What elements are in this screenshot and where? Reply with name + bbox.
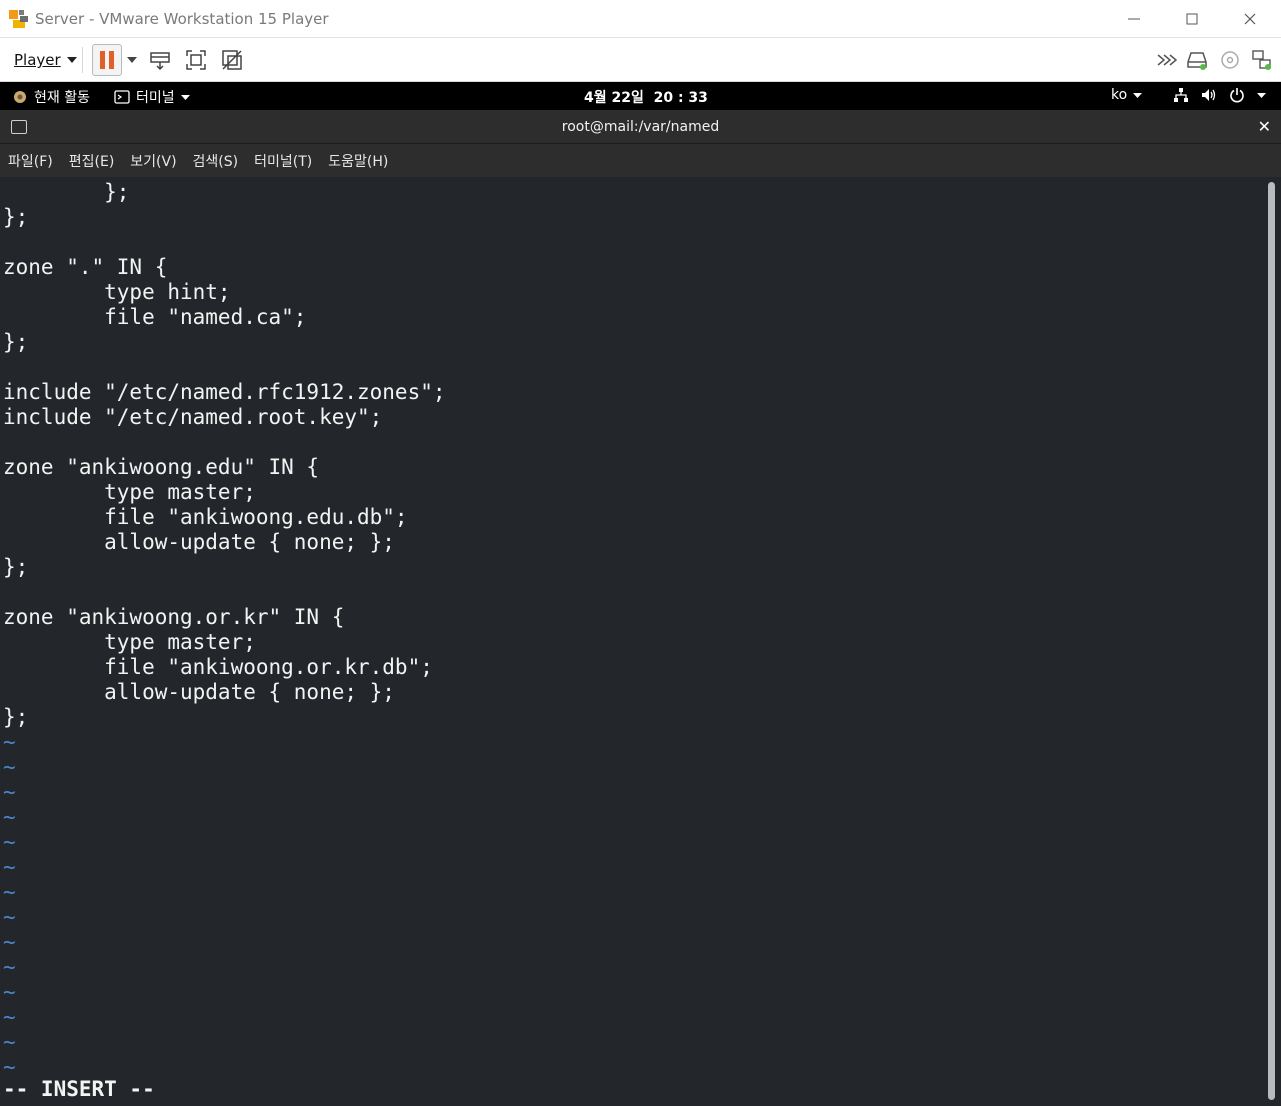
forward-button[interactable] bbox=[1153, 46, 1181, 74]
menu-edit[interactable]: 편집(E) bbox=[69, 151, 115, 171]
maximize-icon bbox=[1186, 13, 1198, 25]
code-line: }; bbox=[3, 330, 29, 354]
code-line: allow-update { none; }; bbox=[3, 530, 395, 554]
forward-icon bbox=[1157, 54, 1178, 66]
send-ctrl-alt-del-icon bbox=[150, 52, 170, 71]
terminal-menubar: 파일(F) 편집(E) 보기(V) 검색(S) 터미널(T) 도움말(H) bbox=[0, 144, 1281, 177]
code-line: allow-update { none; }; bbox=[3, 680, 395, 704]
input-method-label: ko bbox=[1111, 87, 1128, 103]
code-line: include "/etc/named.rfc1912.zones"; bbox=[3, 380, 446, 404]
app-menu-button[interactable]: 터미널 bbox=[114, 87, 190, 107]
system-menu-button[interactable] bbox=[1173, 87, 1266, 103]
toolbar-divider bbox=[82, 47, 83, 73]
code-line: type master; bbox=[3, 630, 256, 654]
code-line: zone "." IN { bbox=[3, 255, 168, 279]
empty-line-marker: ~ bbox=[3, 730, 16, 754]
close-icon bbox=[1244, 13, 1256, 25]
terminal-body[interactable]: };}; zone "." IN { type hint; file "named… bbox=[0, 177, 1281, 1106]
player-toolbar: Player bbox=[0, 38, 1281, 82]
unity-button[interactable] bbox=[218, 46, 246, 74]
code-line: file "named.ca"; bbox=[3, 305, 307, 329]
chevron-down-icon bbox=[66, 57, 77, 63]
app-menu-label: 터미널 bbox=[136, 90, 175, 106]
activities-button[interactable]: 현재 활동 bbox=[12, 87, 90, 107]
player-menu-label: Player bbox=[14, 51, 61, 69]
cd-icon bbox=[1221, 51, 1239, 69]
pause-menu-button[interactable] bbox=[118, 46, 146, 74]
empty-line-marker: ~ bbox=[3, 955, 16, 979]
chevron-down-icon bbox=[180, 94, 190, 100]
network-wired-icon bbox=[1174, 88, 1188, 102]
empty-line-marker: ~ bbox=[3, 980, 16, 1004]
vim-status-line: -- INSERT -- bbox=[3, 1077, 155, 1101]
player-menu-button[interactable]: Player bbox=[6, 46, 85, 74]
menu-file[interactable]: 파일(F) bbox=[8, 151, 53, 171]
network-button[interactable] bbox=[1248, 46, 1276, 74]
send-ctrl-alt-del-button[interactable] bbox=[146, 46, 174, 74]
code-line: include "/etc/named.root.key"; bbox=[3, 405, 383, 429]
empty-line-marker: ~ bbox=[3, 755, 16, 779]
empty-line-marker: ~ bbox=[3, 905, 16, 929]
empty-line-marker: ~ bbox=[3, 1030, 16, 1054]
activities-icon bbox=[14, 91, 26, 103]
menu-help[interactable]: 도움말(H) bbox=[328, 151, 388, 171]
code-line: type hint; bbox=[3, 280, 231, 304]
menu-view[interactable]: 보기(V) bbox=[130, 151, 176, 171]
close-button[interactable] bbox=[1221, 0, 1279, 38]
code-line: type master; bbox=[3, 480, 256, 504]
gnome-top-bar: 현재 활동 터미널 4월 22일 20 : 33 ko bbox=[0, 82, 1281, 110]
cd-button[interactable] bbox=[1216, 46, 1244, 74]
minimize-button[interactable] bbox=[1105, 0, 1163, 38]
terminal-header: root@mail:/var/named ✕ bbox=[0, 110, 1281, 144]
power-icon bbox=[1230, 88, 1244, 103]
empty-line-marker: ~ bbox=[3, 830, 16, 854]
terminal-icon bbox=[114, 90, 130, 104]
minimize-icon bbox=[1128, 18, 1140, 20]
code-line: zone "ankiwoong.or.kr" IN { bbox=[3, 605, 345, 629]
window-title: Server - VMware Workstation 15 Player bbox=[35, 10, 329, 28]
code-line: file "ankiwoong.or.kr.db"; bbox=[3, 655, 433, 679]
terminal-close-button[interactable]: ✕ bbox=[1258, 117, 1271, 136]
empty-line-marker: ~ bbox=[3, 880, 16, 904]
clock-button[interactable]: 4월 22일 20 : 33 bbox=[584, 87, 708, 107]
window-title-bar: Server - VMware Workstation 15 Player bbox=[0, 0, 1281, 38]
volume-icon bbox=[1202, 89, 1216, 101]
code-line: }; bbox=[3, 705, 29, 729]
maximize-button[interactable] bbox=[1163, 0, 1221, 38]
empty-line-marker: ~ bbox=[3, 1005, 16, 1029]
vmware-icon bbox=[8, 8, 30, 30]
terminal-scrollbar[interactable] bbox=[1268, 182, 1275, 1100]
code-line: file "ankiwoong.edu.db"; bbox=[3, 505, 408, 529]
code-line: zone "ankiwoong.edu" IN { bbox=[3, 455, 320, 479]
code-line: }; bbox=[3, 555, 29, 579]
hard-disk-button[interactable] bbox=[1183, 46, 1211, 74]
clock-label: 4월 22일 20 : 33 bbox=[584, 90, 708, 106]
fullscreen-icon bbox=[186, 50, 206, 70]
network-icon bbox=[1252, 50, 1271, 70]
menu-terminal[interactable]: 터미널(T) bbox=[254, 151, 312, 171]
chevron-down-icon bbox=[127, 57, 137, 63]
activities-label: 현재 활동 bbox=[34, 90, 90, 106]
empty-line-marker: ~ bbox=[3, 855, 16, 879]
menu-search[interactable]: 검색(S) bbox=[193, 151, 239, 171]
input-method-button[interactable]: ko bbox=[1111, 87, 1143, 103]
code-line: }; bbox=[3, 180, 130, 204]
empty-line-marker: ~ bbox=[3, 930, 16, 954]
pause-icon bbox=[100, 51, 105, 69]
unity-icon bbox=[222, 50, 242, 70]
empty-line-marker: ~ bbox=[3, 780, 16, 804]
chevron-down-icon bbox=[1133, 92, 1143, 98]
chevron-down-icon bbox=[1257, 92, 1266, 98]
vim-buffer[interactable]: };}; zone "." IN { type hint; file "named… bbox=[3, 180, 446, 1080]
hard-disk-icon bbox=[1187, 52, 1207, 70]
empty-line-marker: ~ bbox=[3, 805, 16, 829]
terminal-title: root@mail:/var/named bbox=[561, 119, 720, 135]
fullscreen-button[interactable] bbox=[182, 46, 210, 74]
code-line: }; bbox=[3, 205, 29, 229]
